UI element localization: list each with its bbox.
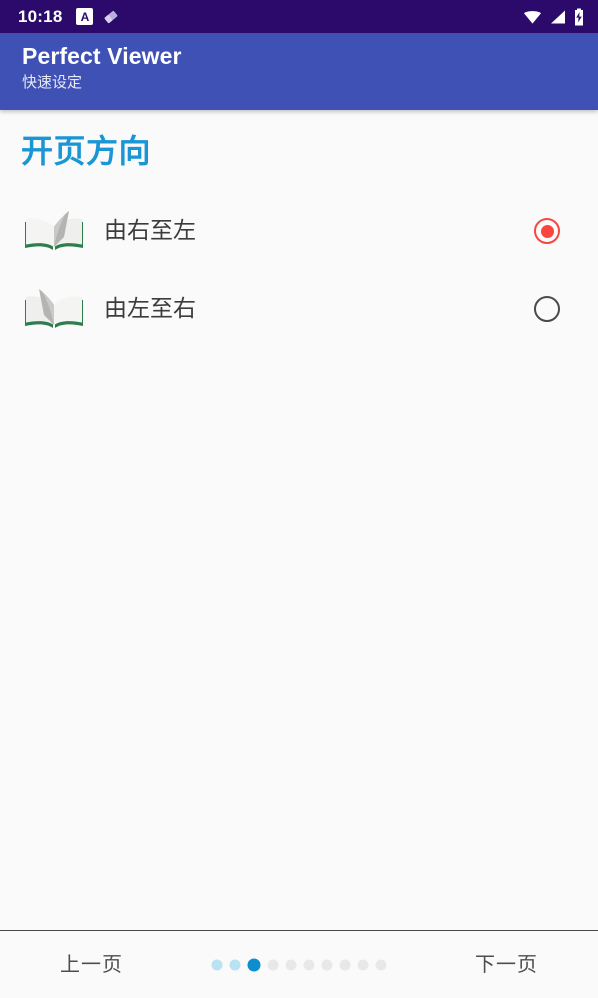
page-indicator-dot[interactable] — [247, 958, 261, 971]
app-subtitle: 快速设定 — [22, 74, 83, 91]
page-indicator-dot[interactable] — [267, 959, 279, 970]
page-direction-option-list: 由右至左 由左至右 — [0, 192, 598, 348]
book-open-right-to-left-icon — [20, 205, 88, 257]
page-indicator-dot[interactable] — [229, 959, 241, 970]
status-left-icons: A — [76, 8, 120, 26]
battery-charging-icon — [573, 8, 585, 26]
app-screen: 10:18 A Perfect Viewer 快速设定 开页方向 由右至左 由左… — [0, 0, 598, 998]
status-right-icons — [523, 8, 585, 26]
wifi-icon — [523, 9, 542, 25]
next-page-button[interactable]: 下一页 — [465, 947, 548, 983]
page-indicator-dot[interactable] — [357, 959, 369, 970]
radio-right-to-left[interactable] — [534, 218, 560, 244]
page-indicator-dot[interactable] — [375, 959, 387, 970]
a-badge-icon: A — [76, 8, 94, 25]
option-label: 由左至右 — [104, 295, 196, 322]
page-indicator-dots[interactable] — [211, 958, 387, 971]
settings-content: 开页方向 由右至左 由左至右 — [0, 110, 598, 930]
radio-left-to-right[interactable] — [534, 296, 560, 322]
option-row-right-to-left[interactable]: 由右至左 — [0, 192, 598, 270]
page-indicator-dot[interactable] — [339, 959, 351, 970]
section-title-page-direction: 开页方向 — [21, 133, 152, 169]
page-indicator-dot[interactable] — [303, 959, 315, 970]
page-indicator-dot[interactable] — [285, 959, 297, 970]
cellular-signal-icon — [549, 9, 566, 25]
app-title: Perfect Viewer — [22, 43, 182, 69]
bottom-navigation-bar: 上一页 下一页 — [0, 930, 598, 998]
status-bar: 10:18 A — [0, 0, 598, 33]
eraser-icon — [102, 8, 120, 26]
previous-page-button[interactable]: 上一页 — [50, 947, 133, 983]
page-indicator-dot[interactable] — [321, 959, 333, 970]
status-clock: 10:18 — [18, 7, 63, 26]
option-label: 由右至左 — [104, 217, 196, 244]
radio-dot — [540, 224, 554, 238]
book-open-left-to-right-icon — [20, 283, 88, 335]
page-indicator-dot[interactable] — [211, 959, 223, 970]
app-bar: Perfect Viewer 快速设定 — [0, 33, 598, 110]
option-row-left-to-right[interactable]: 由左至右 — [0, 270, 598, 348]
